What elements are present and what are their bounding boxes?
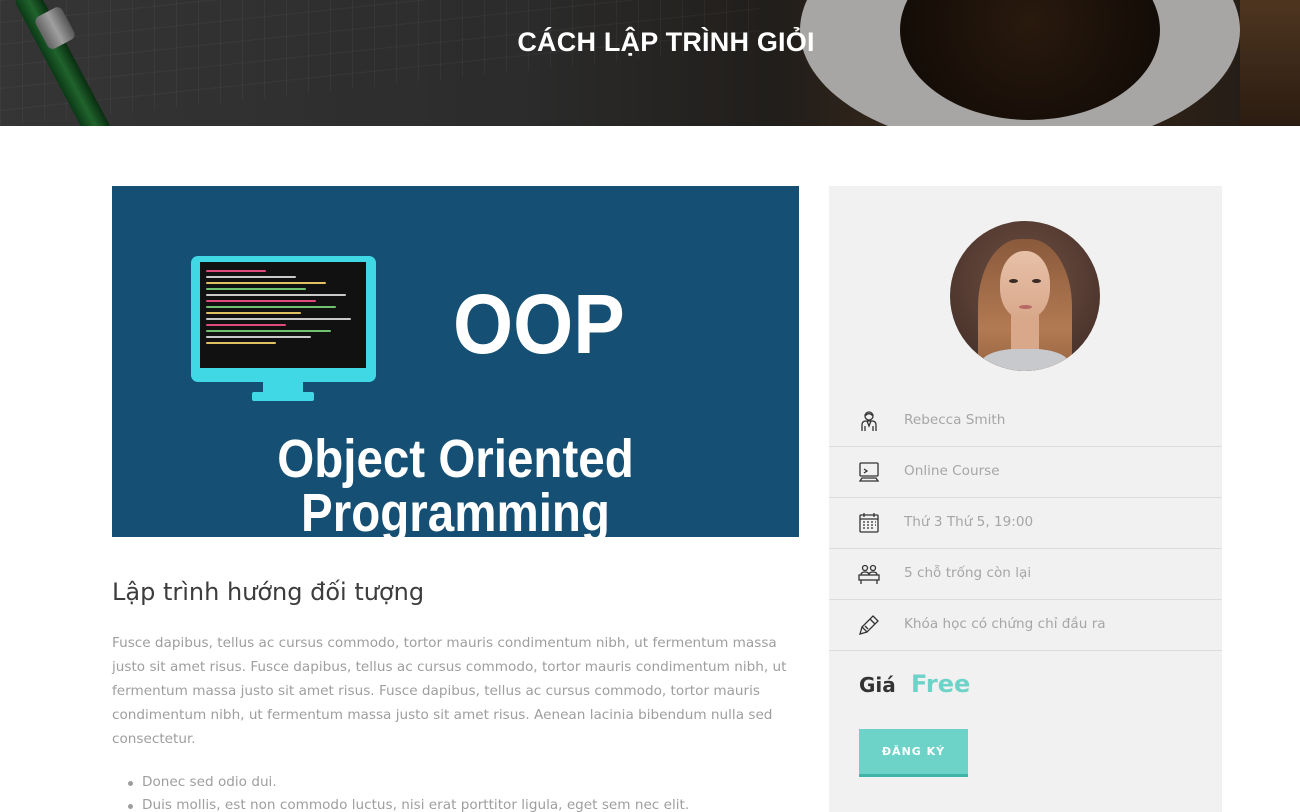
price-value: Free bbox=[911, 670, 971, 698]
course-image-title: OOP bbox=[453, 277, 625, 371]
certificate-pen-icon bbox=[858, 614, 880, 636]
seats-icon bbox=[858, 563, 880, 585]
monitor-icon bbox=[191, 256, 376, 382]
course-description: Fusce dapibus, tellus ac cursus commodo,… bbox=[112, 635, 787, 747]
page-title: CÁCH LẬP TRÌNH GIỎI bbox=[517, 27, 815, 57]
feature-list: Donec sed odio dui. Duis mollis, est non… bbox=[124, 771, 804, 812]
course-sidebar: Rebecca Smith Online Course Thứ 3 Thứ 5,… bbox=[829, 186, 1222, 812]
info-row-schedule: Thứ 3 Thứ 5, 19:00 bbox=[829, 498, 1222, 549]
hero-banner: CÁCH LẬP TRÌNH GIỎI bbox=[0, 0, 1300, 126]
code-screen bbox=[200, 262, 366, 368]
list-item: Duis mollis, est non commodo luctus, nis… bbox=[124, 794, 804, 812]
list-item: Donec sed odio dui. bbox=[124, 771, 804, 794]
price-label: Giá bbox=[859, 673, 896, 697]
course-image-subtitle: Object Oriented Programming bbox=[277, 429, 634, 537]
register-button[interactable]: ĐĂNG KÝ bbox=[859, 729, 968, 777]
avatar bbox=[950, 221, 1100, 371]
info-certificate-text: Khóa học có chứng chỉ đầu ra bbox=[904, 616, 1106, 632]
info-teacher-text: Rebecca Smith bbox=[904, 412, 1006, 428]
info-row-format: Online Course bbox=[829, 447, 1222, 498]
info-seats-text: 5 chỗ trống còn lại bbox=[904, 565, 1032, 581]
teacher-icon bbox=[858, 410, 880, 432]
info-row-certificate: Khóa học có chứng chỉ đầu ra bbox=[829, 600, 1222, 651]
info-row-seats: 5 chỗ trống còn lại bbox=[829, 549, 1222, 600]
calendar-icon bbox=[858, 512, 880, 534]
hero-overlay bbox=[0, 0, 1300, 126]
monitor-base bbox=[252, 392, 314, 401]
info-schedule-text: Thứ 3 Thứ 5, 19:00 bbox=[904, 514, 1034, 530]
info-row-teacher: Rebecca Smith bbox=[829, 396, 1222, 447]
course-image: OOP Object Oriented Programming bbox=[112, 186, 799, 537]
course-info-list: Rebecca Smith Online Course Thứ 3 Thứ 5,… bbox=[829, 396, 1222, 651]
computer-icon bbox=[858, 461, 880, 483]
info-format-text: Online Course bbox=[904, 463, 1000, 479]
course-heading: Lập trình hướng đối tượng bbox=[112, 578, 425, 606]
